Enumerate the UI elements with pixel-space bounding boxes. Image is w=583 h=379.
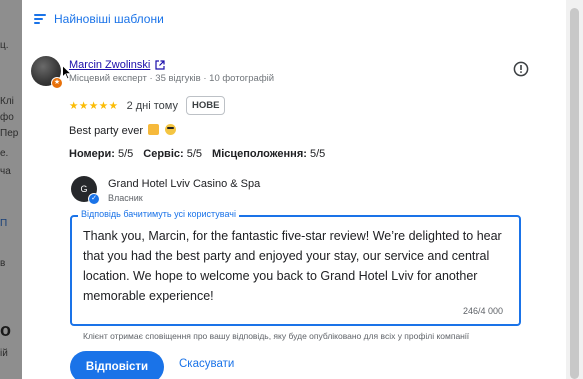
subrating-service: Сервіс: 5/5	[143, 148, 203, 160]
subrating-location: Місцеположення: 5/5	[212, 148, 326, 160]
reviewer-name-link[interactable]: Marcin Zwolinski	[69, 59, 165, 71]
background-text: ча	[0, 166, 11, 177]
sort-label: Найновіші шаблони	[54, 12, 164, 26]
scrollbar[interactable]	[566, 0, 583, 379]
background-text: ц.	[0, 40, 9, 51]
new-badge: НОВЕ	[185, 96, 226, 115]
sort-icon	[34, 14, 46, 24]
star-rating: ★★★★★	[69, 99, 119, 112]
reply-field-label: Відповідь бачитимуть усі користувачі	[78, 209, 239, 219]
review-reply-dialog: Найновіші шаблони ★ Marcin Zwolinski Міс…	[22, 0, 566, 379]
background-text: ій	[0, 348, 8, 359]
review-date: 2 дні тому	[126, 99, 178, 112]
character-counter: 246/4 000	[463, 306, 504, 316]
reply-text[interactable]: Thank you, Marcin, for the fantastic fiv…	[83, 226, 511, 306]
owner-name: Grand Hotel Lviv Casino & Spa	[108, 178, 261, 190]
owner-role: Власник	[108, 193, 143, 203]
subratings: Номери: 5/5 Сервіс: 5/5 Місцеположення: …	[69, 148, 325, 160]
background-text: Клі	[0, 96, 14, 107]
review-text-row: Best party ever	[69, 124, 177, 137]
subrating-rooms: Номери: 5/5	[69, 148, 134, 160]
external-link-icon	[155, 60, 165, 70]
review-text: Best party ever	[69, 125, 143, 137]
flexed-biceps-emoji-icon	[148, 124, 160, 135]
background-text: Пер	[0, 128, 19, 139]
reply-notice: Клієнт отримає сповіщення про вашу відпо…	[83, 331, 470, 341]
reviewer-name: Marcin Zwolinski	[69, 59, 151, 71]
scrollbar-thumb[interactable]	[570, 8, 579, 379]
verified-check-icon: ✓	[88, 193, 100, 205]
reviewer-meta: Місцевий експерт · 35 відгуків · 10 фото…	[69, 73, 275, 84]
background-text: фо	[0, 112, 14, 123]
cancel-button[interactable]: Скасувати	[179, 358, 234, 370]
sunglasses-face-emoji-icon	[165, 124, 177, 135]
report-info-icon[interactable]	[513, 61, 529, 77]
background-link: П	[0, 218, 8, 229]
reply-button[interactable]: Відповісти	[70, 351, 164, 379]
rating-row: ★★★★★ 2 дні тому НОВЕ	[69, 96, 226, 115]
background-text: в	[0, 258, 6, 269]
background-text: е.	[0, 148, 9, 159]
sort-button[interactable]: Найновіші шаблони	[34, 10, 164, 28]
background-page: ц. Клі фо Пер е. ча П в о ій	[0, 0, 22, 379]
background-heading: о	[0, 320, 11, 340]
